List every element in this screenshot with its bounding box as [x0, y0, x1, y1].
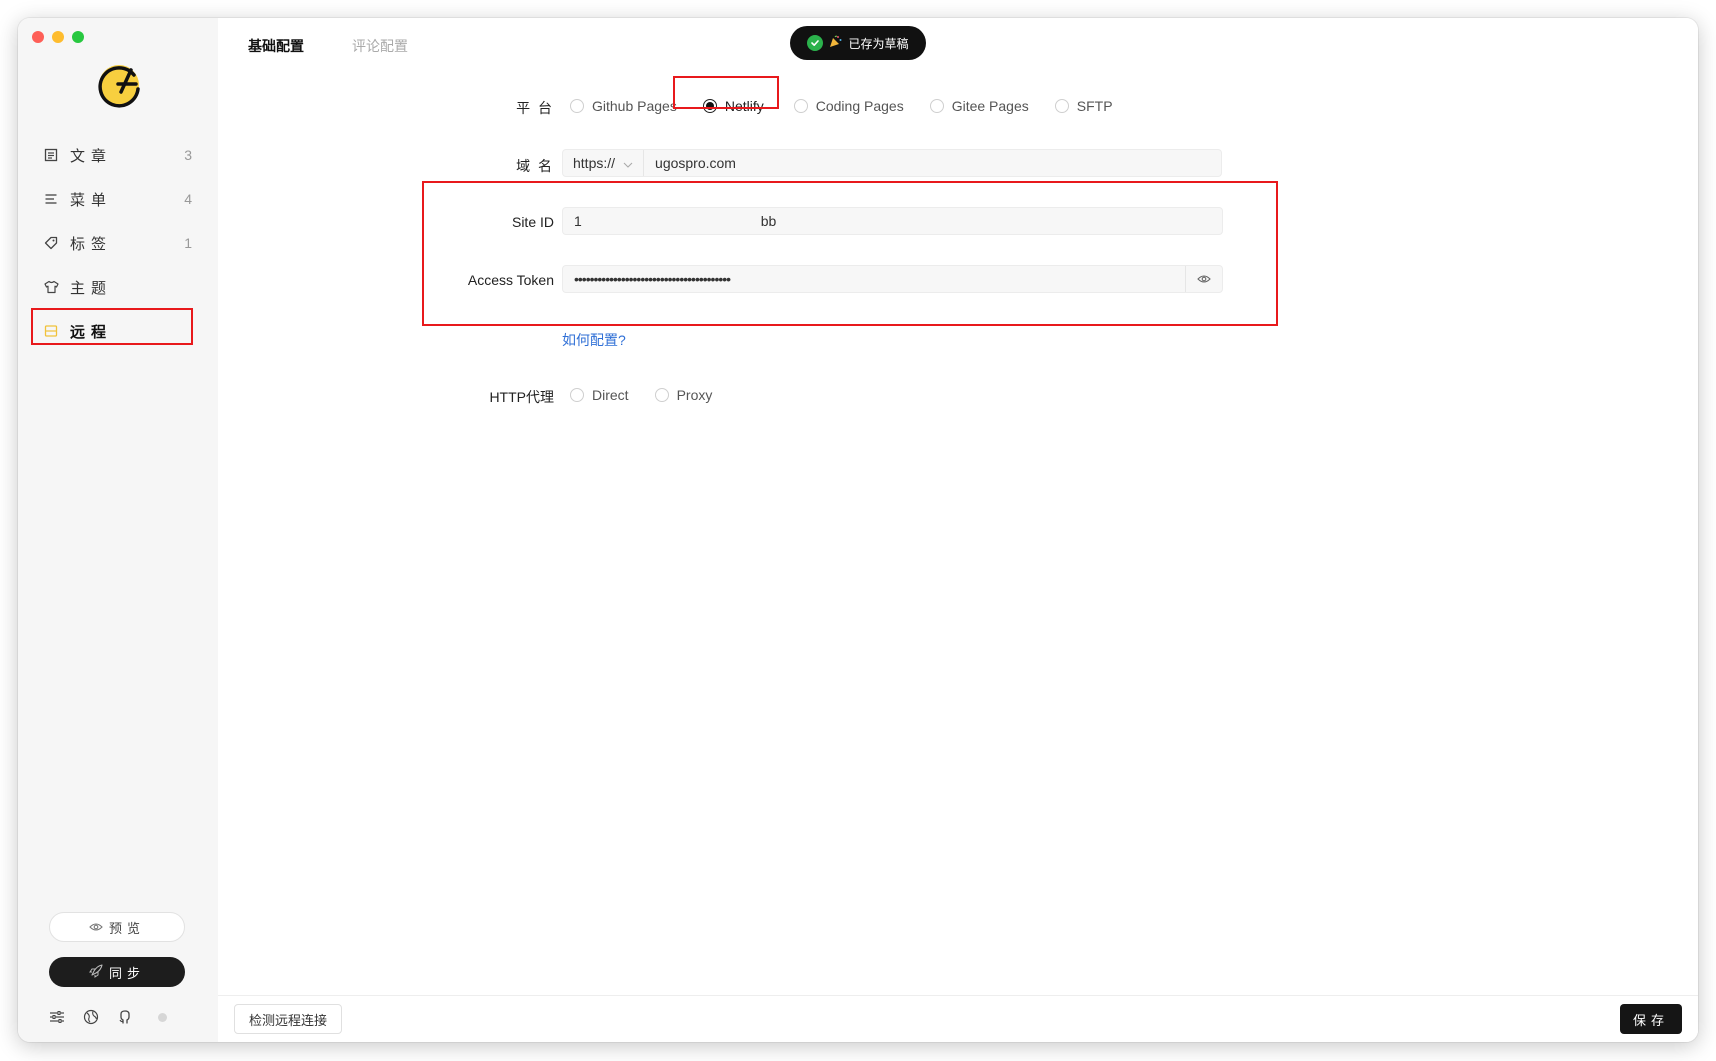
preview-label: 预览 — [108, 920, 145, 936]
proxy-radio-group: Direct Proxy — [570, 387, 738, 403]
footer-bar: 检测远程连接 保存 — [218, 995, 1698, 1042]
github-icon[interactable] — [116, 1008, 134, 1026]
sidebar-nav: 文章 3 菜单 4 标签 1 主题 远程 — [32, 133, 204, 353]
tab-basic-config[interactable]: 基础配置 — [248, 30, 304, 62]
app-logo-icon — [94, 58, 146, 110]
sidebar-item-count: 4 — [184, 191, 192, 207]
radio-circle — [570, 99, 584, 113]
window-controls — [32, 31, 84, 43]
proxy-option-proxy[interactable]: Proxy — [654, 387, 713, 403]
platform-option-netlify[interactable]: Netlify — [702, 98, 764, 114]
highlight-credentials-box — [422, 181, 1278, 326]
sync-label: 同步 — [108, 965, 145, 981]
sidebar-item-count: 1 — [184, 235, 192, 251]
radio-circle — [570, 388, 584, 402]
http-proxy-label: HTTP代理 — [489, 389, 554, 405]
check-remote-connection-button[interactable]: 检测远程连接 — [234, 1004, 343, 1034]
minimize-window-button[interactable] — [52, 31, 64, 43]
platform-option-coding-pages[interactable]: Coding Pages — [793, 98, 904, 114]
sidebar-item-count: 3 — [184, 147, 192, 163]
platform-radio-group: Github Pages Netlify Coding Pages Gitee … — [570, 98, 1139, 114]
access-token-input[interactable]: •••••••••••••••••••••••••••••••••••••••• — [563, 271, 1185, 287]
party-popper-icon — [829, 35, 842, 51]
radio-circle — [793, 99, 808, 113]
sidebar-item-menus[interactable]: 菜单 4 — [32, 177, 204, 221]
radio-label: SFTP — [1076, 98, 1113, 114]
sidebar-item-theme[interactable]: 主题 — [32, 265, 204, 309]
domain-input-group: https:// ugospro.com — [562, 149, 1222, 177]
radio-label: Direct — [592, 387, 629, 403]
site-id-field[interactable]: 1 bb — [562, 207, 1223, 235]
preview-button[interactable]: 预览 — [49, 912, 185, 942]
access-token-field: •••••••••••••••••••••••••••••••••••••••• — [562, 265, 1223, 293]
eye-icon — [1197, 271, 1211, 287]
access-token-label: Access Token — [467, 272, 554, 288]
platform-option-gitee-pages[interactable]: Gitee Pages — [929, 98, 1029, 114]
sidebar-item-label: 主题 — [70, 279, 113, 297]
protocol-value: https:// — [573, 155, 616, 171]
close-window-button[interactable] — [32, 31, 44, 43]
how-to-config-link[interactable]: 如何配置? — [562, 330, 626, 350]
radio-label: Proxy — [676, 387, 713, 403]
radio-label: Netlify — [724, 98, 764, 114]
rocket-icon — [89, 963, 103, 981]
domain-input[interactable]: ugospro.com — [644, 155, 1221, 171]
platform-option-github-pages[interactable]: Github Pages — [570, 98, 677, 114]
sync-button[interactable]: 同步 — [49, 957, 185, 987]
radio-circle — [929, 99, 944, 113]
sidebar-item-label: 远程 — [70, 323, 113, 341]
sidebar-item-label: 文章 — [70, 147, 113, 165]
globe-icon[interactable] — [82, 1008, 100, 1026]
sidebar-item-label: 菜单 — [70, 191, 113, 209]
radio-circle — [1054, 99, 1069, 113]
sidebar-item-tags[interactable]: 标签 1 — [32, 221, 204, 265]
toast-text: 已存为草稿 — [848, 36, 909, 51]
main-content: 基础配置 评论配置 已存为草稿 平 台 Github Pages Netlify — [218, 18, 1698, 1042]
check-circle-icon — [807, 35, 824, 51]
sidebar-item-remote[interactable]: 远程 — [32, 309, 204, 353]
eye-icon — [89, 920, 103, 935]
toggle-visibility-button[interactable] — [1185, 266, 1222, 292]
radio-circle — [702, 99, 717, 113]
platform-option-sftp[interactable]: SFTP — [1054, 98, 1113, 114]
article-icon — [42, 146, 60, 164]
site-id-input: 1 bb — [574, 213, 777, 229]
tag-icon — [42, 234, 60, 252]
proxy-option-direct[interactable]: Direct — [570, 387, 629, 403]
protocol-select[interactable]: https:// — [563, 150, 645, 176]
domain-label: 域 名 — [516, 158, 554, 174]
platform-label: 平 台 — [516, 100, 554, 116]
draft-saved-toast: 已存为草稿 — [790, 26, 926, 60]
chevron-down-icon — [623, 155, 633, 171]
radio-circle — [654, 388, 669, 402]
save-button[interactable]: 保存 — [1620, 1004, 1682, 1034]
app-window: 文章 3 菜单 4 标签 1 主题 远程 预览 同步 基础配置 评论配置 已存为… — [18, 18, 1698, 1042]
config-tabs: 基础配置 评论配置 — [248, 30, 408, 62]
status-indicator — [158, 1012, 167, 1022]
sidebar-bottom-toolbar — [48, 1008, 167, 1026]
radio-label: Github Pages — [592, 98, 677, 114]
settings-sliders-icon[interactable] — [48, 1008, 66, 1026]
radio-label: Gitee Pages — [951, 98, 1029, 114]
site-id-label: Site ID — [511, 214, 554, 230]
radio-label: Coding Pages — [815, 98, 904, 114]
menu-icon — [42, 190, 60, 208]
maximize-window-button[interactable] — [72, 31, 84, 43]
tab-comment-config[interactable]: 评论配置 — [352, 30, 408, 62]
sidebar: 文章 3 菜单 4 标签 1 主题 远程 预览 同步 — [18, 18, 218, 1042]
sidebar-item-articles[interactable]: 文章 3 — [32, 133, 204, 177]
sidebar-item-label: 标签 — [70, 235, 113, 253]
remote-icon — [42, 322, 60, 340]
theme-shirt-icon — [42, 278, 60, 296]
